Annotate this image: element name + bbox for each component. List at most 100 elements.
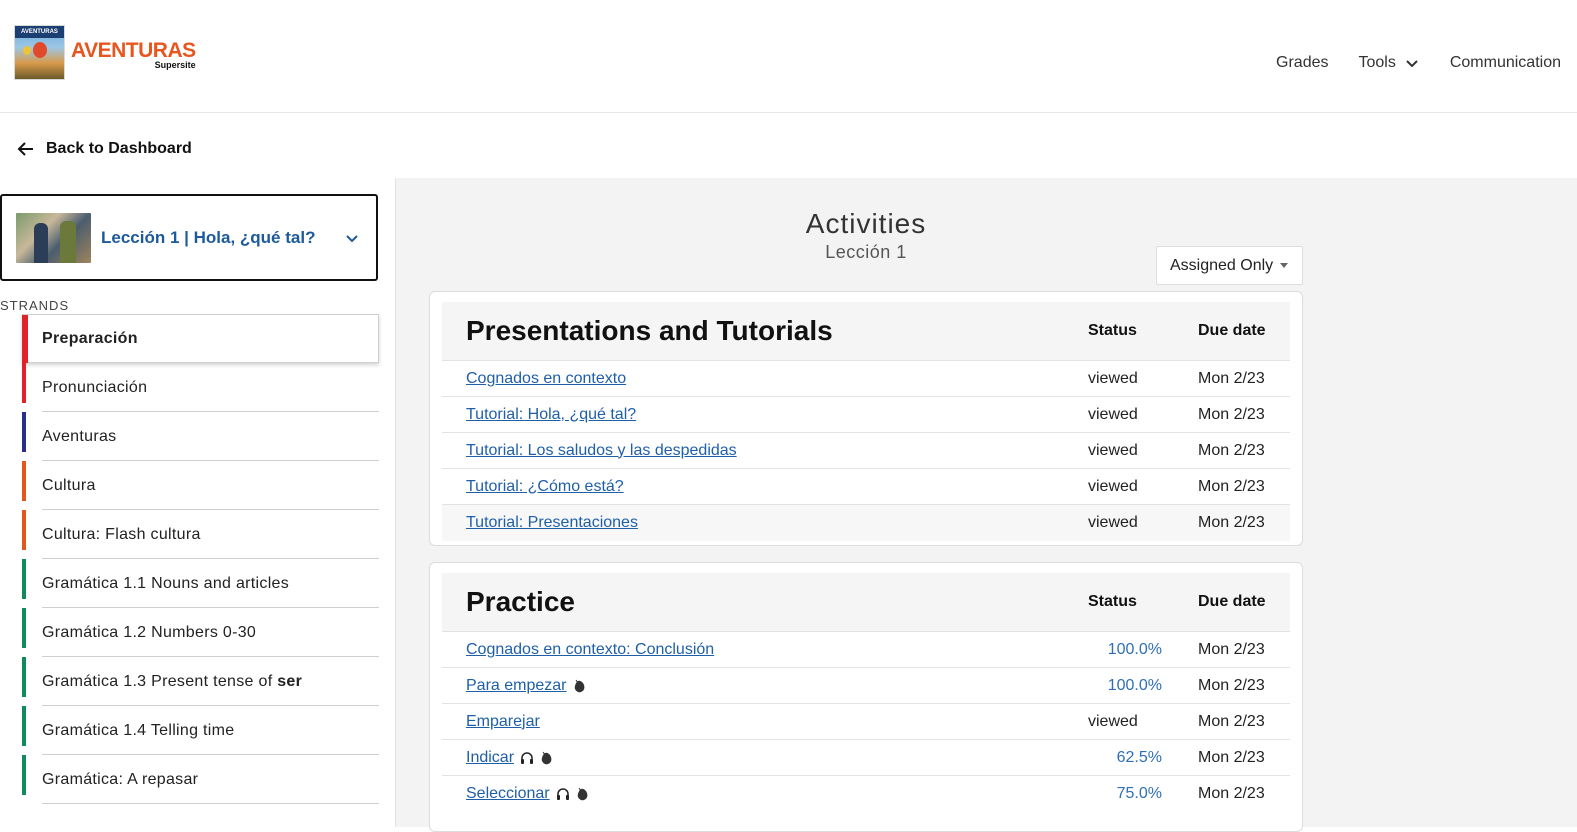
- strand-color-bar: [22, 363, 26, 403]
- strand-color-bar: [22, 755, 26, 795]
- strand-item[interactable]: Gramática: A repasar: [22, 755, 379, 804]
- strand-item[interactable]: Cultura: [22, 461, 379, 510]
- chevron-down-icon: [346, 235, 358, 243]
- activity-link[interactable]: Tutorial: Los saludos y las despedidas: [466, 442, 737, 460]
- activity-link[interactable]: Seleccionar: [466, 785, 550, 803]
- strand-item[interactable]: Pronunciación: [22, 363, 379, 412]
- top-nav: Grades Tools Communication: [1246, 54, 1561, 72]
- sidebar: Lección 1 | Hola, ¿qué tal? STRANDS Prep…: [0, 178, 395, 827]
- activity-due-date: Mon 2/23: [1198, 477, 1265, 495]
- strand-label: Gramática 1.3 Present tense of ser: [42, 672, 303, 690]
- activity-link[interactable]: Tutorial: Presentaciones: [466, 514, 638, 532]
- activity-status: 62.5%: [1116, 748, 1162, 766]
- activity-status: 100.0%: [1107, 640, 1162, 658]
- strand-color-bar: [22, 559, 26, 599]
- strand-color-bar: [22, 315, 28, 363]
- section-presentations: Presentations and Tutorials Status Due dat…: [429, 291, 1303, 546]
- activities-panel: Activities Lección 1 Assigned Only Prese…: [395, 178, 1577, 832]
- activity-due-date: Mon 2/23: [1198, 640, 1265, 658]
- activity-row: Indicar 62.5% Mon 2/23: [442, 740, 1290, 776]
- lesson-title: Lección 1 | Hola, ¿qué tal?: [101, 227, 316, 247]
- activity-due-date: Mon 2/23: [1198, 748, 1265, 766]
- strand-label: Gramática 1.2 Numbers 0-30: [42, 623, 257, 641]
- activity-status: 75.0%: [1116, 785, 1162, 802]
- strand-item[interactable]: Gramática 1.2 Numbers 0-30: [22, 608, 379, 657]
- due-date-column-header: Due date: [1198, 593, 1266, 610]
- activity-status: viewed: [1088, 441, 1138, 459]
- strand-label: Gramática: A repasar: [42, 770, 199, 788]
- strand-color-bar: [22, 608, 26, 648]
- activity-row: Tutorial: Los saludos y las despedidas vi…: [442, 433, 1290, 469]
- activity-row: Tutorial: ¿Cómo está? viewed Mon 2/23: [442, 469, 1290, 505]
- activity-link[interactable]: Para empezar: [466, 677, 567, 695]
- nav-tools[interactable]: Tools: [1358, 54, 1419, 72]
- activity-due-date: Mon 2/23: [1198, 369, 1265, 387]
- strand-item[interactable]: Gramática 1.1 Nouns and articles: [22, 559, 379, 608]
- page-title: Activities: [805, 208, 927, 239]
- status-column-header: Status: [1088, 322, 1137, 339]
- activity-status: viewed: [1088, 477, 1138, 495]
- activity-row: Tutorial: Hola, ¿qué tal? viewed Mon 2/23: [442, 397, 1290, 433]
- activity-row: Emparejar viewed Mon 2/23: [442, 704, 1290, 740]
- back-to-dashboard-link[interactable]: Back to Dashboard: [16, 139, 192, 159]
- activity-link[interactable]: Cognados en contexto: [466, 370, 626, 388]
- caret-down-icon: [1280, 263, 1289, 268]
- strand-color-bar: [22, 657, 26, 697]
- strand-label: Cultura: [42, 476, 96, 494]
- arrow-left-icon: [17, 142, 33, 156]
- strand-color-bar: [22, 706, 26, 746]
- strand-label: Aventuras: [42, 427, 117, 445]
- due-date-column-header: Due date: [1198, 322, 1266, 339]
- activity-link[interactable]: Indicar: [466, 749, 514, 767]
- chevron-down-icon: [1406, 60, 1418, 68]
- activity-row: Seleccionar 75.0% Mon 2/23: [442, 776, 1290, 812]
- assignment-filter-dropdown[interactable]: Assigned Only: [1156, 246, 1303, 285]
- activity-status: viewed: [1088, 369, 1138, 387]
- section-header: Practice Status Due date: [442, 573, 1290, 632]
- strand-item[interactable]: Gramática 1.4 Telling time: [22, 706, 379, 755]
- nav-grades[interactable]: Grades: [1276, 54, 1328, 72]
- strand-label: Gramática 1.1 Nouns and articles: [42, 574, 290, 592]
- activity-status: viewed: [1088, 712, 1138, 730]
- strand-item[interactable]: Aventuras: [22, 412, 379, 461]
- section-practice: Practice Status Due date Cognados en contex…: [429, 562, 1303, 832]
- strand-list: Preparación Pronunciación Aventuras Cultura…: [22, 314, 379, 804]
- logo-title: AVENTURAS: [71, 39, 196, 62]
- activity-due-date: Mon 2/23: [1198, 514, 1265, 531]
- strand-label: Preparación: [42, 329, 138, 347]
- strand-item[interactable]: Cultura: Flash cultura: [22, 510, 379, 559]
- activity-due-date: Mon 2/23: [1198, 676, 1265, 694]
- section-title: Practice: [466, 586, 575, 617]
- activity-link[interactable]: Tutorial: Hola, ¿qué tal?: [466, 406, 636, 424]
- strands-heading: STRANDS: [0, 298, 70, 313]
- activity-link[interactable]: Tutorial: ¿Cómo está?: [466, 478, 624, 496]
- strand-label: Gramática 1.4 Telling time: [42, 721, 235, 739]
- activity-row: Tutorial: Presentaciones viewed Mon 2/23: [442, 505, 1290, 541]
- nav-communication[interactable]: Communication: [1450, 54, 1561, 72]
- strand-label: Pronunciación: [42, 378, 148, 396]
- mouse-icon: [576, 787, 590, 801]
- activity-status: viewed: [1088, 514, 1138, 531]
- activity-row: Para empezar 100.0% Mon 2/23: [442, 668, 1290, 704]
- activity-due-date: Mon 2/23: [1198, 712, 1265, 730]
- activity-status: 100.0%: [1107, 676, 1162, 694]
- strand-item[interactable]: Gramática 1.3 Present tense of ser: [22, 657, 379, 706]
- mouse-icon: [540, 751, 554, 765]
- strand-color-bar: [22, 510, 26, 550]
- activity-row: Cognados en contexto: Conclusión 100.0% Mo…: [442, 632, 1290, 668]
- activity-link[interactable]: Cognados en contexto: Conclusión: [466, 641, 714, 659]
- activity-link[interactable]: Emparejar: [466, 713, 540, 731]
- activity-row: Cognados en contexto viewed Mon 2/23: [442, 361, 1290, 397]
- app-logo[interactable]: AVENTURAS AVENTURAS Supersite: [14, 25, 196, 80]
- activity-due-date: Mon 2/23: [1198, 405, 1265, 423]
- top-header: AVENTURAS AVENTURAS Supersite Grades Too…: [0, 0, 1577, 113]
- activity-status: viewed: [1088, 405, 1138, 423]
- lesson-selector[interactable]: Lección 1 | Hola, ¿qué tal?: [0, 194, 378, 281]
- lesson-thumbnail: [16, 212, 91, 263]
- logo-image: AVENTURAS: [14, 25, 65, 80]
- activity-due-date: Mon 2/23: [1198, 441, 1265, 459]
- status-column-header: Status: [1088, 593, 1137, 610]
- strand-item[interactable]: Preparación: [22, 314, 379, 363]
- section-header: Presentations and Tutorials Status Due dat…: [442, 302, 1290, 361]
- headphones-icon: [556, 787, 570, 801]
